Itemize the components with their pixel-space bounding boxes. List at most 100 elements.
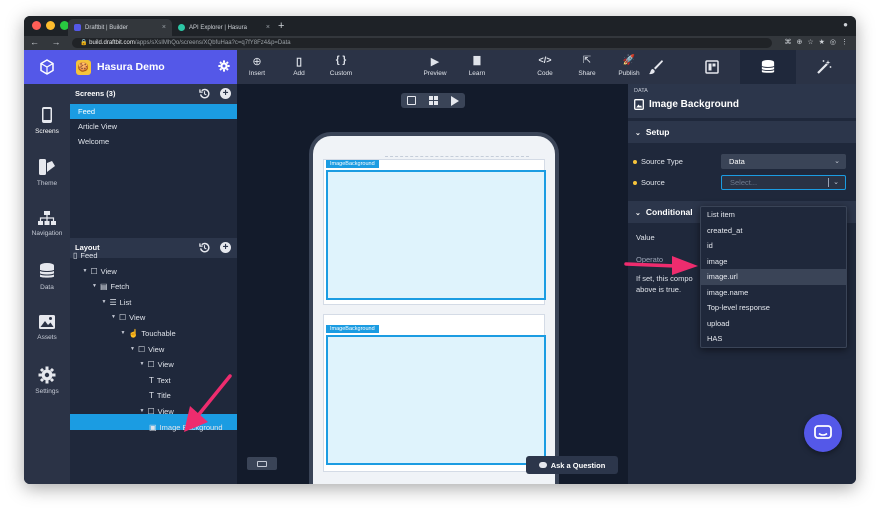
data-panel-tab[interactable] bbox=[740, 50, 796, 84]
dropdown-option[interactable]: Top-level response bbox=[701, 300, 846, 316]
layout-tree-item[interactable]: ▼ ☐ View bbox=[111, 310, 145, 325]
kebab-menu-icon[interactable]: ⋮ bbox=[841, 38, 848, 46]
caret-down-icon[interactable]: ▼ bbox=[140, 357, 145, 372]
screen-item-welcome[interactable]: Welcome bbox=[70, 134, 237, 149]
screen-item-feed[interactable]: Feed bbox=[70, 104, 237, 119]
dropdown-option[interactable]: upload bbox=[701, 316, 846, 332]
dropdown-option[interactable]: created_at bbox=[701, 223, 846, 239]
chat-bubble-icon bbox=[538, 462, 547, 468]
ask-question-button[interactable]: Ask a Question bbox=[526, 456, 618, 474]
image-background-box[interactable] bbox=[326, 170, 546, 300]
rail-item-assets[interactable]: Assets bbox=[24, 314, 70, 341]
browser-menu-icon[interactable]: ● bbox=[843, 20, 848, 29]
insert-button[interactable]: ⊕ Insert bbox=[237, 50, 277, 84]
caret-down-icon[interactable]: ▼ bbox=[83, 264, 88, 279]
add-button[interactable]: ▯ Add bbox=[279, 50, 319, 84]
play-preview-icon[interactable] bbox=[450, 95, 459, 106]
layout-tree-item[interactable]: ▼ ☝ Touchable bbox=[121, 326, 176, 341]
draftbit-logo[interactable] bbox=[24, 50, 70, 84]
left-rail: Screens Theme Navigation Data Assets Set… bbox=[24, 50, 70, 484]
new-tab-button[interactable]: + bbox=[278, 20, 284, 32]
caret-down-icon[interactable]: ▼ bbox=[121, 326, 126, 341]
learn-button[interactable]: ▇ Learn bbox=[457, 50, 497, 84]
lock-icon: 🔒 bbox=[80, 40, 90, 46]
custom-button[interactable]: { } Custom bbox=[321, 50, 361, 84]
add-component-button[interactable]: + bbox=[220, 242, 231, 253]
extension-icon[interactable]: ★ bbox=[819, 38, 825, 46]
gear-icon bbox=[38, 366, 56, 384]
share-button[interactable]: ⇱ Share bbox=[567, 50, 607, 84]
caret-down-icon[interactable]: ▼ bbox=[130, 342, 135, 357]
keyboard-shortcuts-button[interactable] bbox=[247, 457, 277, 470]
phone-preview-icon[interactable] bbox=[407, 96, 417, 105]
book-icon: ▇ bbox=[473, 55, 481, 65]
history-icon[interactable] bbox=[199, 242, 210, 253]
layout-tree-item[interactable]: ▼ ☐ View bbox=[140, 404, 174, 419]
list-card[interactable]: ImageBackground bbox=[323, 314, 546, 472]
caret-down-icon[interactable]: ▼ bbox=[102, 295, 107, 310]
add-phone-icon: ▯ bbox=[295, 56, 303, 68]
zoom-icon[interactable]: ⊕ bbox=[796, 38, 802, 46]
layout-tree-item[interactable]: ▼ ☐ View bbox=[140, 357, 174, 372]
history-icon[interactable] bbox=[199, 88, 210, 99]
layout-tree-item[interactable]: T Title bbox=[149, 388, 171, 403]
source-type-select[interactable]: Data ⌄ bbox=[721, 154, 846, 169]
component-type-icon: ▣ bbox=[149, 422, 157, 432]
caret-down-icon[interactable]: ▼ bbox=[140, 404, 145, 419]
interactions-panel-tab[interactable] bbox=[796, 50, 852, 84]
draftbit-favicon-icon bbox=[74, 24, 81, 31]
address-bar[interactable]: 🔒 build.draftbit.com/apps/sXsIMhQo/scree… bbox=[72, 38, 772, 48]
rail-item-screens[interactable]: Screens bbox=[24, 106, 70, 135]
dropdown-option[interactable]: id bbox=[701, 238, 846, 254]
dropdown-option[interactable]: HAS bbox=[701, 331, 846, 347]
style-panel-tab[interactable] bbox=[628, 50, 684, 84]
learn-label: Learn bbox=[468, 70, 486, 77]
rail-item-data[interactable]: Data bbox=[24, 262, 70, 291]
source-select[interactable]: Select... ⌄ bbox=[721, 175, 846, 190]
insert-icon: ⊕ bbox=[252, 56, 262, 68]
extension-icon[interactable]: ⌘ bbox=[784, 38, 791, 46]
dropdown-option-highlighted[interactable]: image.url bbox=[701, 269, 846, 285]
source-type-label-text: Source Type bbox=[641, 157, 683, 166]
setup-section-header[interactable]: ⌄ Setup bbox=[628, 121, 856, 143]
minimize-window-button[interactable] bbox=[46, 21, 55, 30]
close-window-button[interactable] bbox=[32, 21, 41, 30]
list-card[interactable]: ImageBackground bbox=[323, 159, 546, 305]
layout-panel-tab[interactable] bbox=[684, 50, 740, 84]
bookmark-star-icon[interactable]: ☆ bbox=[807, 38, 813, 46]
component-title: Image Background bbox=[634, 99, 739, 110]
dropdown-option[interactable]: List item bbox=[701, 207, 846, 223]
project-settings-gear-icon[interactable] bbox=[218, 60, 230, 72]
layout-tree-label: View bbox=[100, 266, 117, 276]
rail-item-navigation[interactable]: Navigation bbox=[24, 210, 70, 237]
layout-tree-item[interactable]: ▼ ☰ List bbox=[102, 295, 132, 310]
close-tab-icon[interactable]: × bbox=[266, 24, 270, 31]
add-screen-button[interactable]: + bbox=[220, 88, 231, 99]
chat-launcher-button[interactable] bbox=[804, 414, 842, 452]
image-background-tag: ImageBackground bbox=[326, 325, 379, 333]
caret-down-icon[interactable]: ▼ bbox=[111, 310, 116, 325]
browser-tab-draftbit[interactable]: Draftbit | Builder × bbox=[68, 19, 172, 36]
profile-icon[interactable]: ◎ bbox=[830, 38, 836, 46]
rail-item-settings[interactable]: Settings bbox=[24, 366, 70, 395]
layout-tree-label: Title bbox=[156, 391, 171, 401]
close-tab-icon[interactable]: × bbox=[162, 24, 166, 31]
screen-item-article-view[interactable]: Article View bbox=[70, 119, 237, 134]
rail-item-theme[interactable]: Theme bbox=[24, 158, 70, 187]
annotation-arrow-layout bbox=[184, 374, 232, 432]
image-background-box[interactable] bbox=[326, 335, 546, 465]
code-button[interactable]: </> Code bbox=[525, 50, 565, 84]
grid-preview-icon[interactable] bbox=[428, 96, 438, 105]
caret-down-icon[interactable]: ▼ bbox=[92, 279, 97, 294]
browser-tab-hasura[interactable]: API Explorer | Hasura × bbox=[172, 19, 276, 36]
dropdown-option[interactable]: image bbox=[701, 254, 846, 270]
layout-tree-item[interactable]: ▼ ☐ View bbox=[130, 342, 164, 357]
dropdown-option[interactable]: image.name bbox=[701, 285, 846, 301]
layout-tree-item[interactable]: T Text bbox=[149, 373, 171, 388]
project-bar[interactable]: 🍪 Hasura Demo bbox=[70, 50, 237, 84]
layout-tree-item[interactable]: ▯ Feed bbox=[73, 248, 98, 263]
preview-button[interactable]: ▶ Preview bbox=[415, 50, 455, 84]
layout-tree-item[interactable]: ▼ ▤ Fetch bbox=[92, 279, 129, 294]
source-type-value: Data bbox=[729, 157, 745, 166]
layout-tree-item[interactable]: ▼ ☐ View bbox=[83, 264, 117, 279]
